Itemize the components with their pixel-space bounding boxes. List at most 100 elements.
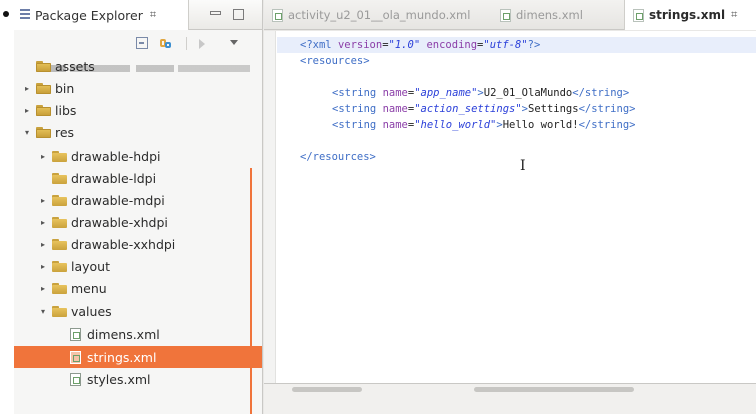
tree-item-label: bin <box>55 80 75 96</box>
tree-item-drawable-mdpi[interactable]: ▸ drawable-mdpi <box>14 189 262 211</box>
expanded-twisty-icon[interactable]: ▾ <box>38 307 48 316</box>
token: Hello world! <box>502 119 579 131</box>
token: "1.0" <box>388 39 421 51</box>
token: name <box>382 103 408 115</box>
collapsed-twisty-icon[interactable]: ▸ <box>38 152 48 161</box>
xml-editor[interactable]: <?xml version="1.0" encoding="utf-8"?> <… <box>264 31 756 383</box>
token: name <box>382 119 408 131</box>
token: U2_01_OlaMundo <box>483 87 573 99</box>
maximize-view-icon[interactable] <box>233 9 244 20</box>
tree-item-label: strings.xml <box>87 349 157 365</box>
token: <string <box>332 87 383 99</box>
package-explorer-toolbar <box>14 31 262 55</box>
expanded-twisty-icon[interactable]: ▾ <box>22 128 32 137</box>
folder-icon <box>52 216 67 228</box>
close-view-icon[interactable]: ⌗ <box>150 8 156 22</box>
text-cursor-icon: I <box>520 158 526 174</box>
collapse-all-icon[interactable] <box>136 37 148 49</box>
token: encoding <box>420 39 478 51</box>
tab-dimens-xml[interactable]: dimens.xml <box>500 0 583 30</box>
code-line-1: <?xml version="1.0" encoding="utf-8"?> <box>300 37 540 53</box>
tree-item-label: drawable-xhdpi <box>71 214 168 230</box>
folder-icon <box>52 238 67 250</box>
collapsed-twisty-icon[interactable]: ▸ <box>38 262 48 271</box>
tree-item-styles-xml[interactable]: styles.xml <box>14 368 262 390</box>
package-explorer-tab-bar: Package Explorer ⌗ <box>14 0 262 30</box>
tree-item-label: values <box>71 303 112 319</box>
tree-item-res[interactable]: ▾ res <box>14 121 262 143</box>
focus-icon[interactable] <box>196 37 209 50</box>
collapsed-twisty-icon[interactable]: ▸ <box>38 284 48 293</box>
token: <string <box>332 119 383 131</box>
tree-item-values[interactable]: ▾ values <box>14 300 262 322</box>
token: Settings <box>528 103 579 115</box>
tab-strings-xml[interactable]: strings.xml ⌗ <box>624 0 756 30</box>
tree-item-bin[interactable]: ▸ bin <box>14 77 262 99</box>
tree-item-assets[interactable]: assets <box>14 55 262 77</box>
token: "hello_world" <box>414 119 497 131</box>
eclipse-window: Package Explorer ⌗ assets ▸ bin ▸ libs ▾ res ▸ d… <box>14 0 756 414</box>
tree-item-label: menu <box>71 280 107 296</box>
collapsed-twisty-icon[interactable]: ▸ <box>22 106 32 115</box>
folder-icon <box>36 60 51 72</box>
selection-scope-line <box>250 168 252 414</box>
tab-label: strings.xml <box>649 8 726 22</box>
collapsed-twisty-icon[interactable]: ▸ <box>38 218 48 227</box>
package-explorer-title: Package Explorer <box>35 7 143 23</box>
token: <resources> <box>300 55 370 67</box>
code-line-app-name: <string name="app_name">U2_01_OlaMundo</… <box>332 85 629 101</box>
close-tab-icon[interactable]: ⌗ <box>731 8 737 22</box>
tree-item-drawable-ldpi[interactable]: drawable-ldpi <box>14 167 262 189</box>
collapsed-twisty-icon[interactable]: ▸ <box>38 240 48 249</box>
folder-icon <box>52 194 67 206</box>
xml-file-icon <box>272 8 283 22</box>
minimize-view-icon[interactable] <box>210 11 221 15</box>
tree-item-label: dimens.xml <box>87 326 160 342</box>
view-menu-chevron-icon[interactable] <box>230 40 238 45</box>
xml-file-icon <box>633 8 644 22</box>
tree-item-strings-xml[interactable]: strings.xml <box>14 346 262 368</box>
xml-file-icon <box>70 350 81 364</box>
link-with-editor-icon[interactable] <box>159 37 172 50</box>
tab-label: dimens.xml <box>516 8 583 22</box>
token: <string <box>332 103 383 115</box>
token: </string> <box>578 119 636 131</box>
token: "utf-8" <box>483 39 528 51</box>
tree-item-label: styles.xml <box>87 371 151 387</box>
code-area: <?xml version="1.0" encoding="utf-8"?> <… <box>264 31 635 187</box>
token: </string> <box>578 103 636 115</box>
tab-activity-xml[interactable]: activity_u2_01__ola_mundo.xml <box>272 0 470 30</box>
folder-icon <box>52 282 67 294</box>
code-line-2: <resources> <box>300 53 370 69</box>
tree-item-label: drawable-ldpi <box>71 170 157 186</box>
token: <?xml <box>300 39 338 51</box>
tree-item-drawable-xhdpi[interactable]: ▸ drawable-xhdpi <box>14 211 262 233</box>
token: "action_settings" <box>414 103 522 115</box>
token: name <box>382 87 408 99</box>
token: ?> <box>527 39 541 51</box>
list-bullet <box>3 11 9 17</box>
tree-item-drawable-xxhdpi[interactable]: ▸ drawable-xxhdpi <box>14 233 262 255</box>
editor-bottom-bar <box>264 383 756 414</box>
horizontal-scrollbar[interactable] <box>292 387 362 392</box>
collapsed-twisty-icon[interactable]: ▸ <box>38 196 48 205</box>
collapsed-twisty-icon[interactable]: ▸ <box>22 84 32 93</box>
toolbar-separator <box>186 37 187 50</box>
tree-item-label: drawable-hdpi <box>71 148 161 164</box>
package-explorer-tab[interactable]: Package Explorer ⌗ <box>14 0 189 30</box>
token: </resources> <box>300 151 376 163</box>
tree-item-drawable-hdpi[interactable]: ▸ drawable-hdpi <box>14 145 262 167</box>
folder-icon <box>52 150 67 162</box>
folder-icon <box>36 126 51 138</box>
tree-item-label: drawable-mdpi <box>71 192 165 208</box>
folder-icon <box>52 305 67 317</box>
tree-item-libs[interactable]: ▸ libs <box>14 99 262 121</box>
folder-icon <box>36 82 51 94</box>
folder-icon <box>36 104 51 116</box>
tree-item-menu[interactable]: ▸ menu <box>14 277 262 299</box>
tab-label: activity_u2_01__ola_mundo.xml <box>288 8 471 22</box>
xml-file-icon <box>500 8 511 22</box>
tree-item-dimens-xml[interactable]: dimens.xml <box>14 323 262 345</box>
horizontal-scrollbar-thumb[interactable] <box>474 387 634 392</box>
tree-item-layout[interactable]: ▸ layout <box>14 255 262 277</box>
